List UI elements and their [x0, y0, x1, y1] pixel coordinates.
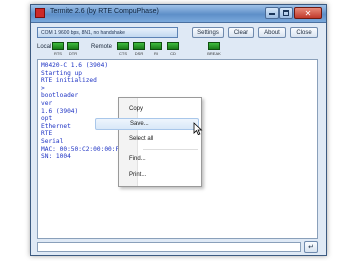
context-menu: Copy Save... Select all Find... Print... [95, 97, 202, 187]
dtr-led-icon[interactable] [67, 42, 79, 50]
context-menu-select-all[interactable]: Select all [95, 133, 199, 145]
command-input[interactable] [37, 242, 301, 252]
dtr-led-label: DTR [68, 51, 78, 56]
clear-button[interactable]: Clear [228, 27, 254, 38]
context-menu-save[interactable]: Save... [95, 118, 199, 130]
terminal-line: > [41, 84, 45, 92]
close-window-button[interactable]: ✕ [294, 7, 322, 19]
context-menu-find[interactable]: Find... [95, 153, 199, 165]
context-menu-copy[interactable]: Copy [95, 103, 199, 115]
context-menu-separator [143, 149, 198, 150]
context-menu-print[interactable]: Print... [95, 169, 199, 181]
cts-led-label: CTS [119, 51, 127, 56]
break-led-label: BREAK [207, 51, 221, 56]
line-status-bar: Local RTS DTR Remote CTS DSR RI CD BREAK [37, 42, 320, 58]
cts-led-icon [117, 42, 129, 50]
title-bar[interactable]: Termite 2.6 (by RTE CompuPhase) ✕ [31, 5, 326, 23]
mouse-cursor-icon [193, 122, 203, 136]
break-led-icon[interactable] [208, 42, 220, 50]
minimize-button[interactable] [265, 7, 279, 19]
window-title: Termite 2.6 (by RTE CompuPhase) [50, 8, 159, 15]
local-label: Local [37, 44, 52, 50]
terminal-line: RTE initialized [41, 77, 97, 85]
remote-label: Remote [91, 44, 113, 50]
close-button[interactable]: Close [290, 27, 318, 38]
dsr-led-label: DSR [134, 51, 144, 56]
rts-led-label: RTS [54, 51, 62, 56]
ri-led-icon [150, 42, 162, 50]
send-button[interactable]: ↵ [304, 241, 318, 253]
ri-led-label: RI [154, 51, 158, 56]
about-button[interactable]: About [258, 27, 286, 38]
maximize-button[interactable] [279, 7, 293, 19]
settings-button[interactable]: Settings [192, 27, 224, 38]
cd-led-label: CD [170, 51, 176, 56]
terminal-line: Starting up [41, 69, 82, 77]
terminal-line: M0420-C 1.6 (3904) [41, 62, 109, 69]
toolbar: COM 1 9600 bps, 8N1, no handshake Settin… [37, 27, 320, 39]
cd-led-icon [167, 42, 179, 50]
dsr-led-icon [133, 42, 145, 50]
terminal-line: bootloader [41, 92, 79, 100]
port-settings-display[interactable]: COM 1 9600 bps, 8N1, no handshake [37, 27, 178, 38]
rts-led-icon[interactable] [52, 42, 64, 50]
app-icon [35, 8, 45, 18]
terminal-line: MAC: 00:50:C2:00:00:F3 [41, 145, 123, 153]
